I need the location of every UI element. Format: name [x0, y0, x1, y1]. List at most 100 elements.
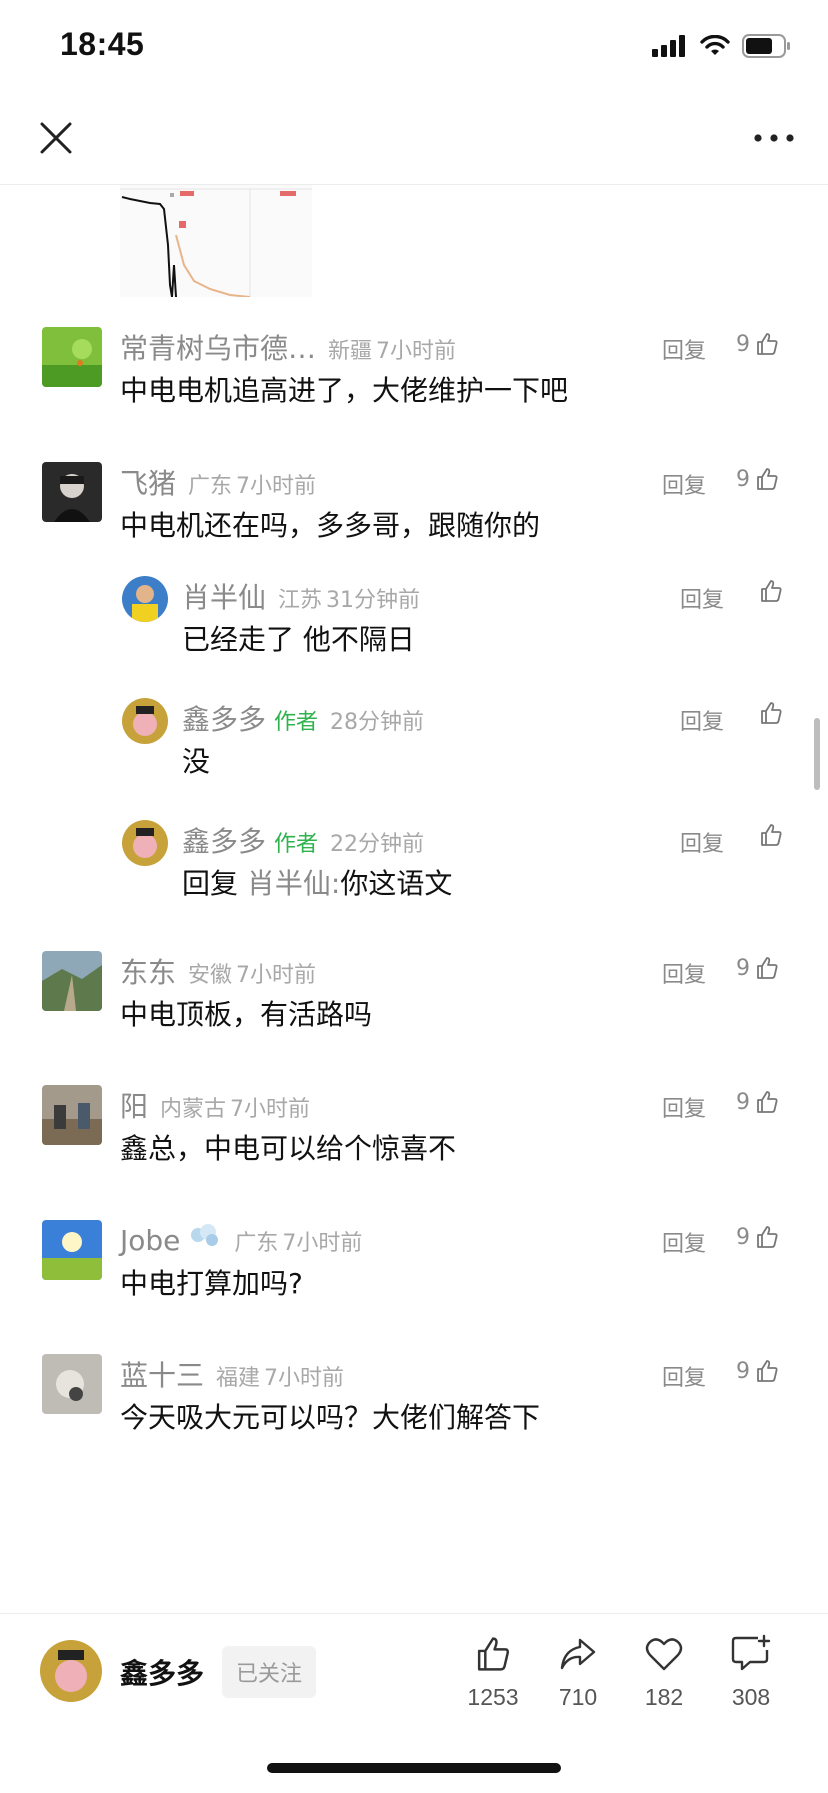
thumb-up-icon[interactable] — [758, 822, 784, 848]
reply-text: 回复 肖半仙:你这语文 — [182, 862, 452, 902]
avatar[interactable] — [122, 820, 168, 866]
avatar[interactable] — [42, 951, 102, 1011]
reply-meta: 鑫多多 作者 28分钟前 — [182, 698, 424, 738]
timestamp: 7小时前 — [236, 474, 317, 499]
username[interactable]: 常青树乌市德… — [120, 327, 316, 367]
reply-prefix: 回复 — [182, 867, 239, 900]
timestamp: 7小时前 — [264, 1366, 345, 1391]
thumb-up-icon — [757, 468, 778, 490]
like-button[interactable]: 9 — [736, 466, 780, 492]
timestamp: 22分钟前 — [330, 832, 425, 857]
author-avatar[interactable] — [40, 1640, 102, 1702]
reply-button[interactable]: 回复 — [662, 1091, 706, 1123]
comment-meta: 常青树乌市德… 新疆 7小时前 — [120, 327, 456, 367]
more-icon[interactable] — [752, 126, 796, 150]
like-button[interactable]: 9 — [736, 1224, 780, 1250]
comment-meta: 阳 内蒙古 7小时前 — [120, 1085, 310, 1125]
timestamp: 31分钟前 — [326, 588, 421, 613]
author-badge: 作者 — [274, 832, 319, 857]
nav-bar — [0, 96, 828, 185]
dash-emoji-icon — [191, 1224, 219, 1246]
username[interactable]: 阳 — [120, 1085, 148, 1125]
stock-chart-image — [120, 185, 312, 297]
timestamp: 7小时前 — [282, 1231, 363, 1256]
like-count: 9 — [736, 1358, 750, 1384]
location: 江苏 — [278, 588, 323, 613]
home-indicator[interactable] — [267, 1763, 561, 1773]
scrollbar[interactable] — [814, 718, 820, 790]
username[interactable]: 肖半仙 — [182, 576, 266, 616]
thumb-up-icon — [477, 1637, 509, 1671]
comment-text: 中电顶板，有活路吗 — [120, 998, 373, 1031]
reply-button[interactable]: 回复 — [662, 468, 706, 500]
favorite-action[interactable]: 182 — [624, 1634, 704, 1711]
reply-button[interactable]: 回复 — [680, 826, 724, 858]
thumb-up-icon — [757, 957, 778, 979]
favorite-count: 182 — [644, 1684, 684, 1710]
like-count: 9 — [736, 955, 750, 981]
reply-button[interactable]: 回复 — [680, 704, 724, 736]
like-button[interactable]: 9 — [736, 1358, 780, 1384]
comment-count: 308 — [731, 1684, 771, 1710]
like-button[interactable]: 9 — [736, 331, 780, 357]
username[interactable]: 蓝十三 — [120, 1354, 204, 1394]
status-icons — [652, 34, 792, 58]
reply-button[interactable]: 回复 — [662, 1360, 706, 1392]
comment-meta: 东东 安徽 7小时前 — [120, 951, 316, 991]
comment-text: 中电电机追高进了，大佬维护一下吧 — [120, 374, 569, 407]
reply-text: 已经走了 他不隔日 — [182, 623, 415, 656]
location: 广东 — [234, 1231, 279, 1256]
share-action[interactable]: 710 — [538, 1634, 618, 1711]
comment-add-icon — [731, 1634, 771, 1671]
username[interactable]: Jobe — [120, 1224, 180, 1257]
comment-text: 今天吸大元可以吗？大佬们解答下 — [120, 1401, 541, 1434]
comment-image-stock-chart[interactable] — [120, 185, 312, 297]
comment-list[interactable]: 常青树乌市德… 新疆 7小时前 回复 9 中电电机追高进了，大佬维护一下吧 飞猪 … — [0, 185, 828, 1613]
avatar[interactable] — [42, 1085, 102, 1145]
username[interactable]: 东东 — [120, 951, 176, 991]
like-count: 9 — [736, 1224, 750, 1250]
wifi-icon — [700, 35, 730, 55]
avatar[interactable] — [42, 1220, 102, 1280]
thumb-up-icon[interactable] — [758, 578, 784, 604]
like-count: 9 — [736, 1089, 750, 1115]
reply-button[interactable]: 回复 — [662, 1226, 706, 1258]
share-icon — [560, 1638, 596, 1670]
reply-to-user[interactable]: 肖半仙: — [247, 867, 340, 900]
thumb-up-icon — [757, 1091, 778, 1113]
comment-action[interactable]: 308 — [711, 1634, 791, 1711]
avatar[interactable] — [122, 698, 168, 744]
reply-meta: 肖半仙 江苏 31分钟前 — [182, 576, 420, 616]
like-action[interactable]: 1253 — [453, 1634, 533, 1711]
share-count: 710 — [558, 1684, 598, 1710]
username[interactable]: 飞猪 — [120, 462, 176, 502]
comment-text: 中电打算加吗? — [120, 1267, 303, 1300]
comment-meta: Jobe 广东 7小时前 — [120, 1220, 362, 1257]
reply-button[interactable]: 回复 — [662, 957, 706, 989]
avatar[interactable] — [42, 327, 102, 387]
like-button[interactable]: 9 — [736, 955, 780, 981]
location: 新疆 — [328, 339, 373, 364]
reply-text: 没 — [182, 745, 211, 778]
thumb-up-icon[interactable] — [758, 700, 784, 726]
reply-meta: 鑫多多 作者 22分钟前 — [182, 820, 424, 860]
location: 内蒙古 — [160, 1097, 227, 1122]
reply-button[interactable]: 回复 — [680, 582, 724, 614]
reply-body: 你这语文 — [340, 867, 453, 900]
location: 广东 — [188, 474, 233, 499]
timestamp: 7小时前 — [376, 339, 457, 364]
close-icon[interactable] — [34, 116, 78, 160]
username[interactable]: 鑫多多 — [182, 820, 266, 860]
avatar[interactable] — [42, 1354, 102, 1414]
follow-button[interactable]: 已关注 — [222, 1646, 317, 1698]
location: 安徽 — [188, 963, 233, 988]
avatar[interactable] — [122, 576, 168, 622]
reply-button[interactable]: 回复 — [662, 333, 706, 365]
like-count: 9 — [736, 466, 750, 492]
author-name[interactable]: 鑫多多 — [120, 1652, 204, 1692]
comment-meta: 飞猪 广东 7小时前 — [120, 462, 316, 502]
like-button[interactable]: 9 — [736, 1089, 780, 1115]
avatar[interactable] — [42, 462, 102, 522]
thumb-up-icon — [757, 1360, 778, 1382]
username[interactable]: 鑫多多 — [182, 698, 266, 738]
